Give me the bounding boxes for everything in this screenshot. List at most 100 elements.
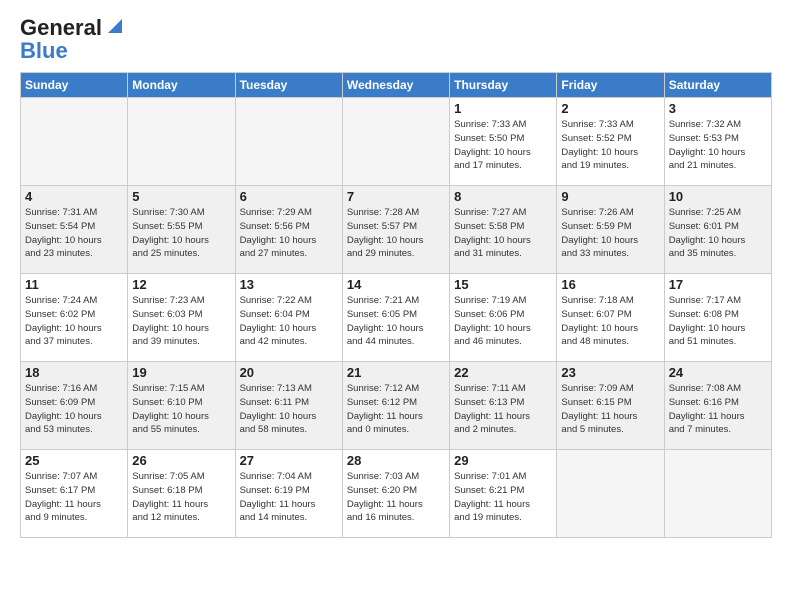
calendar-cell	[235, 98, 342, 186]
calendar-cell: 8Sunrise: 7:27 AM Sunset: 5:58 PM Daylig…	[450, 186, 557, 274]
calendar-cell: 25Sunrise: 7:07 AM Sunset: 6:17 PM Dayli…	[21, 450, 128, 538]
calendar-cell: 22Sunrise: 7:11 AM Sunset: 6:13 PM Dayli…	[450, 362, 557, 450]
day-number: 16	[561, 277, 659, 292]
calendar-cell	[664, 450, 771, 538]
day-number: 20	[240, 365, 338, 380]
day-info: Sunrise: 7:31 AM Sunset: 5:54 PM Dayligh…	[25, 206, 123, 261]
day-info: Sunrise: 7:03 AM Sunset: 6:20 PM Dayligh…	[347, 470, 445, 525]
day-number: 24	[669, 365, 767, 380]
day-info: Sunrise: 7:26 AM Sunset: 5:59 PM Dayligh…	[561, 206, 659, 261]
col-header-monday: Monday	[128, 73, 235, 98]
calendar-cell: 17 Sunrise: 7:17 AM Sunset: 6:08 PM Dayli…	[664, 274, 771, 362]
calendar-week-row: 11 Sunrise: 7:24 AM Sunset: 6:02 PM Dayli…	[21, 274, 772, 362]
day-number: 1	[454, 101, 552, 116]
day-info: Sunrise: 7:12 AM Sunset: 6:12 PM Dayligh…	[347, 382, 445, 437]
calendar-cell: 10 Sunrise: 7:25 AM Sunset: 6:01 PM Dayli…	[664, 186, 771, 274]
day-info: Sunrise: 7:24 AM Sunset: 6:02 PM Dayligh…	[25, 294, 123, 349]
day-info: Sunrise: 7:05 AM Sunset: 6:18 PM Dayligh…	[132, 470, 230, 525]
calendar-week-row: 18 Sunrise: 7:16 AM Sunset: 6:09 PM Dayli…	[21, 362, 772, 450]
day-info: Sunrise: 7:32 AM Sunset: 5:53 PM Dayligh…	[669, 118, 767, 173]
day-info: Sunrise: 7:21 AM Sunset: 6:05 PM Dayligh…	[347, 294, 445, 349]
calendar-header-row: SundayMondayTuesdayWednesdayThursdayFrid…	[21, 73, 772, 98]
calendar-cell: 7 Sunrise: 7:28 AM Sunset: 5:57 PM Daylig…	[342, 186, 449, 274]
calendar-cell: 24Sunrise: 7:08 AM Sunset: 6:16 PM Dayli…	[664, 362, 771, 450]
col-header-tuesday: Tuesday	[235, 73, 342, 98]
calendar-cell: 4 Sunrise: 7:31 AM Sunset: 5:54 PM Daylig…	[21, 186, 128, 274]
day-number: 6	[240, 189, 338, 204]
calendar-cell	[342, 98, 449, 186]
calendar-cell: 18 Sunrise: 7:16 AM Sunset: 6:09 PM Dayli…	[21, 362, 128, 450]
col-header-sunday: Sunday	[21, 73, 128, 98]
day-number: 17	[669, 277, 767, 292]
day-number: 19	[132, 365, 230, 380]
day-info: Sunrise: 7:33 AM Sunset: 5:50 PM Dayligh…	[454, 118, 552, 173]
day-info: Sunrise: 7:09 AM Sunset: 6:15 PM Dayligh…	[561, 382, 659, 437]
calendar-cell: 16 Sunrise: 7:18 AM Sunset: 6:07 PM Dayli…	[557, 274, 664, 362]
calendar-cell: 29 Sunrise: 7:01 AM Sunset: 6:21 PM Dayli…	[450, 450, 557, 538]
day-number: 29	[454, 453, 552, 468]
day-info: Sunrise: 7:18 AM Sunset: 6:07 PM Dayligh…	[561, 294, 659, 349]
day-info: Sunrise: 7:27 AM Sunset: 5:58 PM Dayligh…	[454, 206, 552, 261]
day-number: 3	[669, 101, 767, 116]
day-info: Sunrise: 7:04 AM Sunset: 6:19 PM Dayligh…	[240, 470, 338, 525]
col-header-wednesday: Wednesday	[342, 73, 449, 98]
calendar-cell: 19 Sunrise: 7:15 AM Sunset: 6:10 PM Dayli…	[128, 362, 235, 450]
col-header-friday: Friday	[557, 73, 664, 98]
calendar-cell: 26 Sunrise: 7:05 AM Sunset: 6:18 PM Dayli…	[128, 450, 235, 538]
calendar-cell: 20 Sunrise: 7:13 AM Sunset: 6:11 PM Dayli…	[235, 362, 342, 450]
day-number: 28	[347, 453, 445, 468]
calendar-cell: 3 Sunrise: 7:32 AM Sunset: 5:53 PM Daylig…	[664, 98, 771, 186]
calendar-cell	[557, 450, 664, 538]
calendar-cell: 28 Sunrise: 7:03 AM Sunset: 6:20 PM Dayli…	[342, 450, 449, 538]
calendar-cell: 12Sunrise: 7:23 AM Sunset: 6:03 PM Dayli…	[128, 274, 235, 362]
header: General Blue	[20, 16, 772, 64]
day-info: Sunrise: 7:07 AM Sunset: 6:17 PM Dayligh…	[25, 470, 123, 525]
day-number: 18	[25, 365, 123, 380]
calendar-cell: 5 Sunrise: 7:30 AM Sunset: 5:55 PM Daylig…	[128, 186, 235, 274]
calendar-cell: 23 Sunrise: 7:09 AM Sunset: 6:15 PM Dayli…	[557, 362, 664, 450]
day-info: Sunrise: 7:25 AM Sunset: 6:01 PM Dayligh…	[669, 206, 767, 261]
day-number: 21	[347, 365, 445, 380]
day-info: Sunrise: 7:01 AM Sunset: 6:21 PM Dayligh…	[454, 470, 552, 525]
day-number: 23	[561, 365, 659, 380]
logo-blue: Blue	[20, 38, 68, 64]
day-number: 12	[132, 277, 230, 292]
calendar-cell: 1 Sunrise: 7:33 AM Sunset: 5:50 PM Daylig…	[450, 98, 557, 186]
day-info: Sunrise: 7:22 AM Sunset: 6:04 PM Dayligh…	[240, 294, 338, 349]
page: General Blue SundayMondayTuesdayWednesda…	[0, 0, 792, 612]
calendar-cell: 14Sunrise: 7:21 AM Sunset: 6:05 PM Dayli…	[342, 274, 449, 362]
day-number: 5	[132, 189, 230, 204]
calendar: SundayMondayTuesdayWednesdayThursdayFrid…	[20, 72, 772, 538]
day-info: Sunrise: 7:33 AM Sunset: 5:52 PM Dayligh…	[561, 118, 659, 173]
calendar-cell: 13 Sunrise: 7:22 AM Sunset: 6:04 PM Dayli…	[235, 274, 342, 362]
day-info: Sunrise: 7:13 AM Sunset: 6:11 PM Dayligh…	[240, 382, 338, 437]
calendar-cell: 11 Sunrise: 7:24 AM Sunset: 6:02 PM Dayli…	[21, 274, 128, 362]
day-info: Sunrise: 7:16 AM Sunset: 6:09 PM Dayligh…	[25, 382, 123, 437]
day-number: 4	[25, 189, 123, 204]
day-number: 10	[669, 189, 767, 204]
day-info: Sunrise: 7:30 AM Sunset: 5:55 PM Dayligh…	[132, 206, 230, 261]
day-number: 26	[132, 453, 230, 468]
day-number: 27	[240, 453, 338, 468]
day-number: 9	[561, 189, 659, 204]
logo-text: General	[20, 16, 102, 40]
day-number: 7	[347, 189, 445, 204]
day-number: 11	[25, 277, 123, 292]
calendar-cell	[21, 98, 128, 186]
day-info: Sunrise: 7:11 AM Sunset: 6:13 PM Dayligh…	[454, 382, 552, 437]
logo-icon	[104, 15, 126, 37]
calendar-week-row: 25Sunrise: 7:07 AM Sunset: 6:17 PM Dayli…	[21, 450, 772, 538]
day-info: Sunrise: 7:15 AM Sunset: 6:10 PM Dayligh…	[132, 382, 230, 437]
day-info: Sunrise: 7:28 AM Sunset: 5:57 PM Dayligh…	[347, 206, 445, 261]
day-info: Sunrise: 7:19 AM Sunset: 6:06 PM Dayligh…	[454, 294, 552, 349]
calendar-cell: 27 Sunrise: 7:04 AM Sunset: 6:19 PM Dayli…	[235, 450, 342, 538]
calendar-cell: 9 Sunrise: 7:26 AM Sunset: 5:59 PM Daylig…	[557, 186, 664, 274]
day-info: Sunrise: 7:17 AM Sunset: 6:08 PM Dayligh…	[669, 294, 767, 349]
day-number: 13	[240, 277, 338, 292]
calendar-cell: 21 Sunrise: 7:12 AM Sunset: 6:12 PM Dayli…	[342, 362, 449, 450]
day-number: 15	[454, 277, 552, 292]
calendar-cell: 2Sunrise: 7:33 AM Sunset: 5:52 PM Daylig…	[557, 98, 664, 186]
day-info: Sunrise: 7:29 AM Sunset: 5:56 PM Dayligh…	[240, 206, 338, 261]
calendar-cell: 15 Sunrise: 7:19 AM Sunset: 6:06 PM Dayli…	[450, 274, 557, 362]
calendar-cell: 6 Sunrise: 7:29 AM Sunset: 5:56 PM Daylig…	[235, 186, 342, 274]
